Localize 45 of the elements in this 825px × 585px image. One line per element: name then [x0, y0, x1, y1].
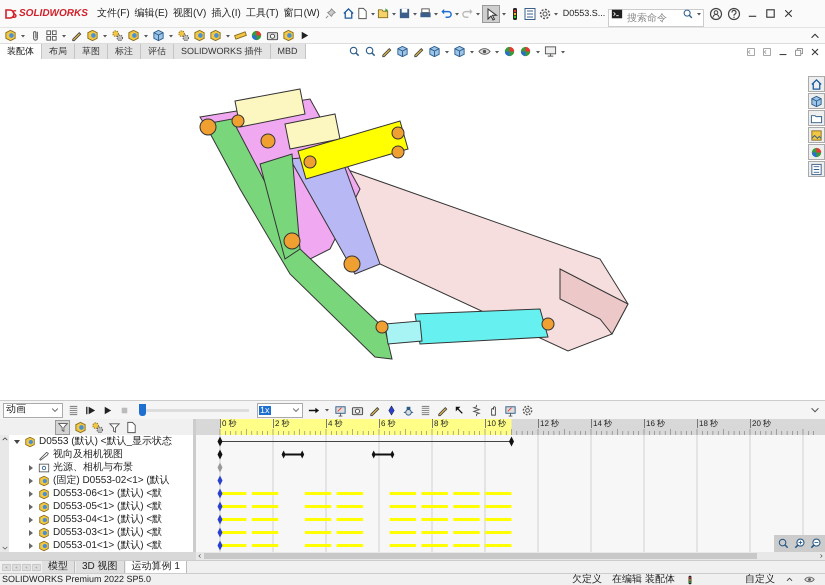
time-label: 6 秒: [379, 419, 396, 428]
command-tab[interactable]: MBD: [270, 44, 306, 59]
time-label: 14 秒: [591, 419, 612, 428]
tree-item[interactable]: D0553 (默认) <默认_显示状态: [39, 436, 172, 446]
time-label: 8 秒: [432, 419, 449, 428]
document-name: D0553.S...: [562, 6, 606, 20]
tree-item[interactable]: D0553-01<1> (默认) <默: [53, 540, 162, 550]
tree-item[interactable]: (固定) D0553-02<1> (默认: [53, 476, 170, 486]
brand-name: SOLIDWORKS: [19, 7, 88, 21]
time-label: 4 秒: [326, 419, 343, 428]
tree-item[interactable]: 视向及相机视图: [53, 450, 123, 460]
tree-item[interactable]: 光源、相机与布景: [53, 462, 133, 472]
menu-item[interactable]: 文件(F): [94, 6, 132, 21]
units-text[interactable]: 自定义: [745, 574, 775, 584]
tree-item[interactable]: D0553-05<1> (默认) <默: [53, 502, 162, 512]
status-text: 欠定义: [572, 574, 602, 584]
time-label: 16 秒: [644, 419, 666, 428]
command-tab[interactable]: 标注: [108, 44, 141, 59]
time-label: 10 秒: [485, 419, 506, 428]
version-text: SOLIDWORKS Premium 2022 SP5.0: [2, 575, 152, 584]
menu-item[interactable]: 工具(T): [244, 6, 281, 21]
command-tab[interactable]: 装配体: [0, 44, 42, 59]
status-text: 在编辑 装配体: [612, 574, 675, 584]
tree-item[interactable]: D0553-06<1> (默认) <默: [53, 488, 162, 498]
menu-item[interactable]: 窗口(W): [282, 6, 322, 21]
playback-speed-dropdown[interactable]: 1x: [257, 402, 303, 418]
menu-item[interactable]: 插入(I): [209, 6, 243, 21]
tree-item[interactable]: D0553-04<1> (默认) <默: [53, 514, 162, 524]
search-field[interactable]: 搜索命令: [608, 9, 704, 27]
command-tab[interactable]: 布局: [42, 44, 75, 59]
tree-item[interactable]: D0553-03<1> (默认) <默: [53, 528, 162, 538]
time-label: 20 秒: [750, 419, 772, 428]
time-label: 2 秒: [273, 419, 290, 428]
view-tab[interactable]: 运动算例 1: [126, 561, 187, 573]
command-tab[interactable]: SOLIDWORKS 插件: [174, 44, 271, 59]
time-label: 18 秒: [697, 419, 718, 428]
time-label: 12 秒: [538, 419, 560, 428]
menu-item[interactable]: 视图(V): [171, 6, 208, 21]
menu-item[interactable]: 编辑(E): [132, 6, 170, 21]
command-tab[interactable]: 草图: [75, 44, 108, 59]
view-tab[interactable]: 3D 视图: [76, 561, 125, 573]
view-tab[interactable]: 模型: [42, 561, 75, 573]
study-type-dropdown[interactable]: 动画: [3, 402, 63, 418]
command-tab[interactable]: 评估: [141, 44, 174, 59]
time-label: 0 秒: [220, 419, 237, 428]
